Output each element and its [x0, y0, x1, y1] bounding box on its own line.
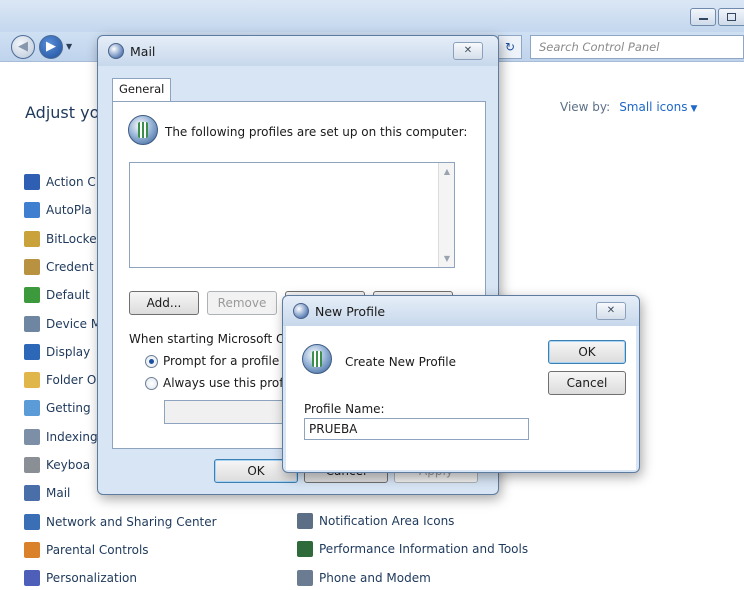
forward-button[interactable]: ▶ [39, 35, 63, 59]
new-profile-close-button[interactable]: ✕ [596, 302, 626, 320]
autoplay-icon [24, 202, 40, 219]
control-panel-item-label: Default [46, 288, 90, 303]
new-profile-title: New Profile [315, 304, 386, 319]
phone-icon [297, 569, 313, 586]
maximize-button[interactable] [718, 8, 744, 26]
profiles-scrollbar[interactable]: ▲ ▼ [438, 163, 454, 267]
mail-icon [108, 43, 124, 59]
control-panel-item-label: Folder O [46, 373, 97, 388]
control-panel-titlebar [0, 0, 744, 32]
new-profile-dialog: New Profile ✕ Create New Profile OK Canc… [282, 295, 640, 473]
control-panel-item[interactable]: Display [24, 342, 90, 362]
folder-options-icon [24, 372, 40, 389]
always-use-profile-label: Always use this profile [163, 376, 298, 390]
search-input[interactable]: Search Control Panel [530, 35, 744, 59]
profiles-list[interactable]: ▲ ▼ [129, 162, 455, 268]
mail-close-button[interactable]: ✕ [453, 42, 483, 60]
control-panel-item-label: Performance Information and Tools [319, 542, 529, 557]
profile-name-label: Profile Name: [304, 402, 385, 416]
control-panel-item[interactable]: BitLocke [24, 229, 97, 249]
page-title: Adjust yo [25, 103, 100, 122]
new-profile-cancel-button[interactable]: Cancel [548, 371, 626, 395]
getting-started-icon [24, 400, 40, 417]
refresh-button[interactable]: ↻ [498, 35, 522, 59]
credential-icon [24, 258, 40, 275]
control-panel-item-label: Indexing [46, 429, 98, 444]
control-panel-item[interactable]: Indexing [24, 427, 98, 447]
bitlocker-icon [24, 230, 40, 247]
device-manager-icon [24, 315, 40, 332]
new-profile-body: Create New Profile OK Cancel Profile Nam… [286, 326, 636, 470]
mail-icon [24, 485, 40, 502]
startup-label: When starting Microsoft Offi [129, 332, 298, 346]
notification-icon [297, 513, 313, 529]
default-programs-icon [24, 287, 40, 304]
mail-dialog-titlebar: Mail ✕ [98, 36, 498, 66]
control-panel-item-label: Device M [46, 316, 102, 331]
minimize-button[interactable] [690, 8, 716, 26]
control-panel-item[interactable]: Action C [24, 172, 96, 192]
parental-controls-icon [24, 541, 40, 558]
performance-icon [297, 541, 313, 558]
view-by-control[interactable]: View by: Small icons ▼ [560, 100, 697, 114]
always-use-profile-radio[interactable] [145, 377, 158, 390]
profiles-description: The following profiles are set up on thi… [165, 125, 468, 139]
control-panel-item[interactable]: Default [24, 285, 90, 305]
add-profile-button[interactable]: Add... [129, 291, 199, 315]
control-panel-item-label: Notification Area Icons [319, 514, 455, 528]
control-panel-item[interactable]: Mail [24, 483, 70, 503]
control-panel-item-label: Phone and Modem [319, 570, 431, 585]
network-icon [24, 513, 40, 530]
control-panel-item-label: AutoPla [46, 203, 92, 218]
control-panel-item-label: Action C [46, 175, 96, 189]
back-arrow-icon: ◀ [18, 39, 28, 54]
control-panel-item[interactable]: AutoPla [24, 200, 92, 220]
control-panel-item-label: Display [46, 344, 91, 359]
control-panel-item-label: Network and Sharing Center [46, 514, 217, 529]
new-profile-titlebar: New Profile ✕ [283, 296, 639, 326]
mail-dialog-title: Mail [130, 44, 156, 59]
control-panel-item-label: Credent [46, 259, 94, 274]
display-icon [24, 343, 40, 360]
control-panel-item[interactable]: Device M [24, 314, 101, 334]
control-panel-item[interactable]: Parental Controls [24, 540, 149, 560]
view-by-value[interactable]: Small icons [619, 100, 687, 114]
profiles-icon [128, 115, 158, 145]
control-panel-item[interactable]: Notification Area Icons [297, 511, 454, 531]
control-panel-item[interactable]: Personalization [24, 568, 137, 588]
control-panel-item[interactable]: Network and Sharing Center [24, 512, 217, 532]
control-panel-item-label: Mail [46, 486, 71, 501]
control-panel-item[interactable]: Credent [24, 257, 94, 277]
control-panel-item[interactable]: Keyboa [24, 455, 90, 475]
control-panel-item-label: Keyboa [46, 458, 91, 472]
dropdown-arrow-icon: ▼ [690, 104, 698, 114]
indexing-icon [24, 428, 40, 445]
control-panel-item-label: Parental Controls [46, 542, 149, 557]
flag-icon [24, 174, 40, 190]
mail-icon [293, 303, 309, 319]
profile-name-input[interactable]: PRUEBA [304, 418, 529, 440]
control-panel-item[interactable]: Getting [24, 398, 91, 418]
control-panel-item[interactable]: Folder O [24, 370, 96, 390]
create-profile-heading: Create New Profile [345, 355, 456, 369]
tab-general[interactable]: General [112, 78, 172, 102]
personalization-icon [24, 570, 40, 587]
control-panel-item-label: BitLocke [46, 231, 97, 246]
control-panel-item[interactable]: Phone and Modem [297, 568, 431, 588]
control-panel-item-label: Getting [46, 401, 91, 416]
keyboard-icon [24, 457, 40, 473]
view-by-label: View by: [560, 100, 611, 114]
back-button[interactable]: ◀ [11, 35, 35, 59]
control-panel-item-label: Personalization [46, 571, 137, 586]
forward-arrow-icon: ▶ [46, 39, 56, 54]
new-profile-ok-button[interactable]: OK [548, 340, 626, 364]
recent-pages-dropdown[interactable]: ▼ [66, 42, 72, 51]
prompt-profile-label: Prompt for a profile to [163, 354, 296, 368]
prompt-profile-radio[interactable] [145, 355, 158, 368]
create-profile-icon [302, 344, 332, 374]
control-panel-item[interactable]: Performance Information and Tools [297, 539, 528, 559]
remove-profile-button[interactable]: Remove [207, 291, 277, 315]
